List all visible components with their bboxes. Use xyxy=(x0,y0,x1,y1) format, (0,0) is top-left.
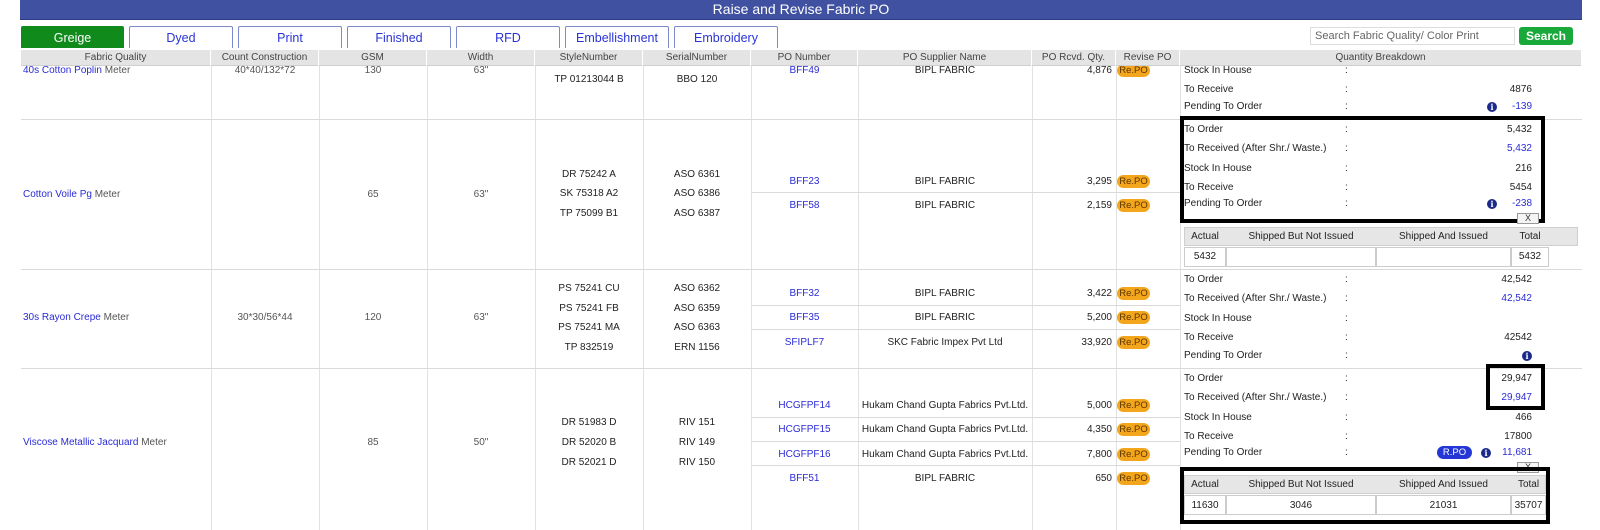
col-width: Width xyxy=(427,50,535,66)
fabric-quality-link[interactable]: 30s Rayon Crepe Meter xyxy=(23,312,129,324)
revise-po-button[interactable]: Re.PO xyxy=(1117,472,1150,485)
tab-greige[interactable]: Greige xyxy=(21,26,124,48)
revise-po-button[interactable]: Re.PO xyxy=(1117,311,1150,324)
col-count-construction: Count Construction xyxy=(211,50,319,66)
po-number-link[interactable]: HCGFPF15 xyxy=(751,424,858,436)
shipped-issued-input[interactable] xyxy=(1376,247,1511,267)
revise-po-button[interactable]: Re.PO xyxy=(1117,287,1150,300)
po-number-link[interactable]: HCGFPF14 xyxy=(751,400,858,412)
col-po-rcvd-qty: PO Rcvd. Qty. xyxy=(1032,50,1116,66)
po-table: 40s Cotton Poplin Meter 40*40/132*72 130… xyxy=(21,66,1582,530)
col-po-supplier: PO Supplier Name xyxy=(858,50,1032,66)
po-number-link[interactable]: SFIPLF7 xyxy=(751,337,858,349)
revise-po-button[interactable]: Re.PO xyxy=(1117,336,1150,349)
po-number-link[interactable]: BFF32 xyxy=(751,288,858,300)
raise-po-button[interactable]: R.PO xyxy=(1437,446,1472,459)
po-number-link[interactable]: BFF35 xyxy=(751,312,858,324)
po-number-link[interactable]: BFF51 xyxy=(751,473,858,485)
po-number-link[interactable]: BFF49 xyxy=(751,66,858,77)
info-icon[interactable]: i xyxy=(1522,351,1532,361)
table-header: Fabric Quality Count Construction GSM Wi… xyxy=(21,50,1582,66)
fabric-quality-link[interactable]: 40s Cotton Poplin Meter xyxy=(23,66,130,77)
col-gsm: GSM xyxy=(319,50,427,66)
tab-embellishment[interactable]: Embellishment xyxy=(565,26,669,48)
fabric-quality-link[interactable]: Viscose Metallic Jacquard Meter xyxy=(23,437,167,449)
revise-po-button[interactable]: Re.PO xyxy=(1117,399,1150,412)
tab-print[interactable]: Print xyxy=(238,26,342,48)
revise-po-button[interactable]: Re.PO xyxy=(1117,66,1150,77)
highlight-box xyxy=(1180,116,1545,223)
fabric-quality-link[interactable]: Cotton Voile Pg Meter xyxy=(23,189,120,201)
revise-po-button[interactable]: Re.PO xyxy=(1117,175,1150,188)
revise-po-button[interactable]: Re.PO xyxy=(1117,448,1150,461)
col-style-number: StyleNumber xyxy=(535,50,643,66)
tab-embroidery[interactable]: Embroidery xyxy=(674,26,778,48)
search-input[interactable] xyxy=(1310,27,1515,45)
col-po-number: PO Number xyxy=(751,50,858,66)
search-button[interactable]: Search xyxy=(1519,27,1573,45)
info-icon[interactable]: i xyxy=(1481,448,1491,458)
shipped-not-issued-input[interactable] xyxy=(1226,247,1376,267)
highlight-box xyxy=(1486,364,1545,410)
close-icon[interactable]: X xyxy=(1517,213,1539,224)
po-number-link[interactable]: BFF58 xyxy=(751,200,858,212)
col-quantity-breakdown: Quantity Breakdown xyxy=(1180,50,1582,66)
po-number-link[interactable]: BFF23 xyxy=(751,176,858,188)
info-icon[interactable]: i xyxy=(1487,102,1497,112)
page-title: Raise and Revise Fabric PO xyxy=(20,0,1582,20)
revise-po-button[interactable]: Re.PO xyxy=(1117,199,1150,212)
col-serial-number: SerialNumber xyxy=(643,50,751,66)
po-number-link[interactable]: HCGFPF16 xyxy=(751,449,858,461)
revise-po-button[interactable]: Re.PO xyxy=(1117,423,1150,436)
tab-dyed[interactable]: Dyed xyxy=(129,26,233,48)
tab-finished[interactable]: Finished xyxy=(347,26,451,48)
col-revise-po: Revise PO xyxy=(1116,50,1180,66)
col-fabric-quality: Fabric Quality xyxy=(21,50,211,66)
tab-rfd[interactable]: RFD xyxy=(456,26,560,48)
